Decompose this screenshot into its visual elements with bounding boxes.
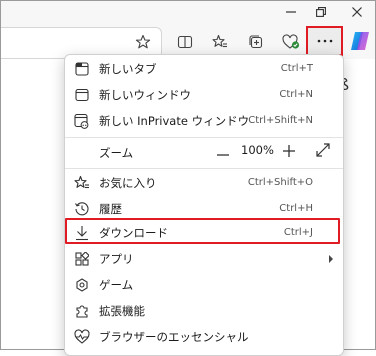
restore-button[interactable] <box>301 1 341 23</box>
menu-label: 新しい InPrivate ウィンドウ <box>99 114 250 128</box>
more-horizontal-icon <box>317 39 332 43</box>
zoom-out-button[interactable] <box>213 148 233 162</box>
menu-label: ゲーム <box>99 278 134 292</box>
copilot-icon[interactable] <box>348 29 372 53</box>
favorites-icon <box>212 34 227 48</box>
collections-icon <box>249 35 263 49</box>
menu-shortcut: Ctrl+H <box>279 203 313 214</box>
heart-pulse-icon <box>73 328 91 346</box>
inprivate-icon <box>73 112 91 130</box>
settings-and-more-button[interactable] <box>306 26 343 56</box>
menu-label: 拡張機能 <box>99 304 145 318</box>
menu-label: アプリ <box>99 252 134 266</box>
puzzle-icon <box>73 302 91 320</box>
menu-item-games[interactable]: ゲーム <box>65 272 343 298</box>
close-icon <box>352 7 362 17</box>
fullscreen-icon[interactable] <box>315 142 331 158</box>
menu-item-new-inprivate-window[interactable]: 新しい InPrivate ウィンドウ Ctrl+Shift+N <box>65 108 343 134</box>
zoom-in-button[interactable] <box>281 143 297 159</box>
menu-item-extensions[interactable]: 拡張機能 <box>65 298 343 324</box>
zoom-level: 100% <box>241 143 274 157</box>
games-icon <box>73 276 91 294</box>
menu-item-new-window[interactable]: 新しいウィンドウ Ctrl+N <box>65 82 343 108</box>
settings-menu: 新しいタブ Ctrl+T 新しいウィンドウ Ctrl+N 新しい InPriva… <box>64 54 344 356</box>
menu-label: 新しいタブ <box>99 62 157 76</box>
favorites-button[interactable] <box>206 28 234 56</box>
menu-label: ズーム <box>99 146 134 160</box>
menu-separator <box>65 137 343 138</box>
browser-essentials-button[interactable] <box>277 28 305 56</box>
new-window-icon <box>73 86 91 104</box>
new-tab-icon <box>73 60 91 78</box>
menu-label: 新しいウィンドウ <box>99 88 191 102</box>
star-icon <box>135 34 151 49</box>
collections-button[interactable] <box>242 28 270 56</box>
split-screen-icon <box>177 35 193 49</box>
favorite-star-button[interactable] <box>129 28 157 56</box>
downloads-highlight <box>65 218 340 244</box>
menu-shortcut: Ctrl+N <box>279 89 313 100</box>
menu-item-new-tab[interactable]: 新しいタブ Ctrl+T <box>65 56 343 82</box>
menu-item-zoom: ズーム <box>65 140 343 166</box>
menu-shortcut: Ctrl+T <box>280 63 313 74</box>
menu-shortcut: Ctrl+Shift+N <box>248 115 313 126</box>
favorites-icon <box>73 174 91 192</box>
menu-label: 履歴 <box>99 202 122 216</box>
menu-item-favorites[interactable]: お気に入り Ctrl+Shift+O <box>65 170 343 196</box>
submenu-arrow-icon <box>329 255 333 263</box>
restore-icon <box>316 7 326 17</box>
history-icon <box>73 200 91 218</box>
menu-label: ブラウザーのエッセンシャル <box>99 330 249 344</box>
close-button[interactable] <box>337 1 375 23</box>
menu-item-apps[interactable]: アプリ <box>65 246 343 272</box>
apps-icon <box>73 250 91 268</box>
minimize-icon <box>286 11 296 13</box>
split-screen-button[interactable] <box>171 28 199 56</box>
menu-label: お気に入り <box>99 176 157 190</box>
heart-pulse-icon <box>282 34 300 49</box>
menu-separator <box>65 168 343 169</box>
menu-shortcut: Ctrl+Shift+O <box>247 177 313 188</box>
menu-item-browser-essentials[interactable]: ブラウザーのエッセンシャル <box>65 324 343 350</box>
